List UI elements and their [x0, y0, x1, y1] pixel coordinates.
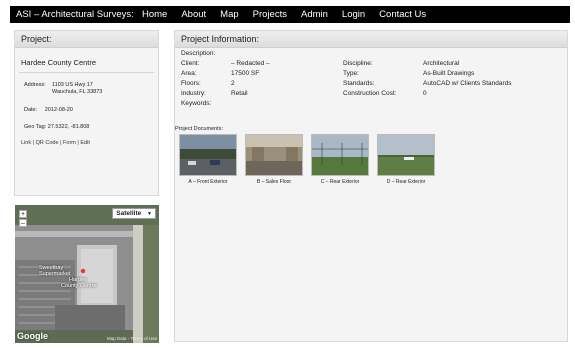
qr-code-action[interactable]: QR Code — [36, 140, 59, 146]
nav-contact-us[interactable]: Contact Us — [379, 9, 426, 20]
map-data-link[interactable]: Map Data — [107, 336, 127, 341]
type-label: Type: — [343, 70, 359, 77]
discipline-value: Architectural — [423, 60, 460, 67]
geotag-value: 27.5322, -81.808 — [47, 124, 90, 130]
nav-login[interactable]: Login — [342, 9, 365, 20]
address-row: Address: 1103 US Hwy 17 Wauchula, FL 338… — [24, 82, 158, 96]
document-thumbnail[interactable]: B – Sales Floor — [245, 134, 303, 185]
document-thumbnail[interactable]: D – Rear Exterior — [377, 134, 435, 185]
address-line1: 1103 US Hwy 17 — [52, 82, 93, 88]
document-thumbnail[interactable]: C – Rear Exterior — [311, 134, 369, 185]
separator: | — [32, 140, 35, 146]
map-label-hardee: Hardee County Centre — [61, 277, 96, 289]
type-value: As-Built Drawings — [423, 70, 475, 77]
satellite-map[interactable]: + – Satellite ▼ Sweetbay Supermarket Har… — [15, 205, 159, 343]
date-row: Date: 2012-08-20 — [24, 107, 158, 113]
project-information-panel: Project Information: Description: Client… — [174, 30, 568, 342]
standards-value: AutoCAD w/ Clients Standards — [423, 80, 512, 87]
zoom-out-button[interactable]: – — [19, 219, 27, 227]
photo-image — [180, 135, 236, 175]
rear-exterior-photo-c[interactable] — [311, 134, 369, 176]
rear-exterior-photo-d[interactable] — [377, 134, 435, 176]
front-exterior-photo[interactable] — [179, 134, 237, 176]
photo-image — [312, 135, 368, 175]
date-value: 2012-08-20 — [44, 107, 73, 113]
map-attribution: Map Data - Terms of Use — [107, 336, 157, 341]
industry-label: Industry: — [181, 90, 206, 97]
edit-action[interactable]: Edit — [80, 140, 89, 146]
document-caption: C – Rear Exterior — [320, 179, 360, 185]
description-label: Description: — [181, 50, 216, 57]
area-label: Area: — [181, 70, 197, 77]
document-caption: B – Sales Floor — [256, 179, 292, 185]
address-label: Address: — [24, 82, 46, 88]
nav-projects[interactable]: Projects — [253, 9, 287, 20]
top-nav-bar: ASI – Architectural Surveys: Home About … — [10, 6, 570, 23]
construction-cost-label: Construction Cost: — [343, 90, 397, 97]
geotag-label: Geo Tag: — [24, 124, 47, 130]
form-action[interactable]: Form — [63, 140, 76, 146]
project-documents-label: Project Documents: — [175, 126, 223, 132]
map-label-line: County Centre — [61, 283, 97, 289]
terms-of-use-link[interactable]: Terms of Use — [130, 336, 157, 341]
nav-home[interactable]: Home — [142, 9, 167, 20]
document-thumbnails: A – Front Exterior B – Sales Floor C – R… — [179, 134, 443, 185]
geotag-row: Geo Tag: 27.5322, -81.808 — [24, 124, 158, 130]
nav-admin[interactable]: Admin — [301, 9, 328, 20]
document-caption: A – Front Exterior — [188, 179, 228, 185]
nav-map[interactable]: Map — [220, 9, 238, 20]
site-brand[interactable]: ASI – Architectural Surveys: — [10, 9, 142, 20]
construction-cost-value: 0 — [423, 90, 427, 97]
address-line2: Wauchula, FL 33873 — [52, 89, 103, 95]
map-type-dropdown[interactable]: Satellite ▼ — [112, 208, 156, 219]
link-action[interactable]: Link — [21, 140, 31, 146]
sales-floor-photo[interactable] — [245, 134, 303, 176]
keywords-label: Keywords: — [181, 100, 212, 107]
floors-value: 2 — [231, 80, 235, 87]
industry-value: Retail — [231, 90, 248, 97]
client-label: Client: — [181, 60, 200, 67]
project-info-title: Project Information: — [175, 31, 567, 48]
map-type-label: Satellite — [116, 210, 142, 217]
project-panel-title: Project: — [15, 31, 158, 48]
separator: | — [60, 140, 62, 146]
document-thumbnail[interactable]: A – Front Exterior — [179, 134, 237, 185]
separator: | — [77, 140, 79, 146]
photo-image — [378, 135, 434, 175]
project-actions: Link | QR Code | Form | Edit — [21, 140, 158, 146]
photo-image — [246, 135, 302, 175]
zoom-in-button[interactable]: + — [19, 210, 27, 218]
map-imagery — [15, 205, 159, 343]
address-value: 1103 US Hwy 17 Wauchula, FL 33873 — [52, 82, 102, 96]
nav-about[interactable]: About — [181, 9, 206, 20]
project-name: Hardee County Centre — [21, 58, 97, 67]
floors-label: Floors: — [181, 80, 201, 87]
google-logo: Google — [17, 331, 48, 341]
chevron-down-icon: ▼ — [147, 211, 152, 217]
area-value: 17500 SF — [231, 70, 260, 77]
standards-label: Standards: — [343, 80, 375, 87]
document-caption: D – Rear Exterior — [386, 179, 426, 185]
main-nav: Home About Map Projects Admin Login Cont… — [142, 9, 440, 20]
map-label-sweetbay: Sweetbay Supermarket — [39, 265, 71, 277]
date-label: Date: — [24, 107, 38, 113]
project-summary-panel: Project: Hardee County Centre Address: 1… — [14, 30, 159, 196]
discipline-label: Discipline: — [343, 60, 373, 67]
divider — [19, 72, 154, 73]
client-value: – Redacted – — [231, 60, 270, 67]
